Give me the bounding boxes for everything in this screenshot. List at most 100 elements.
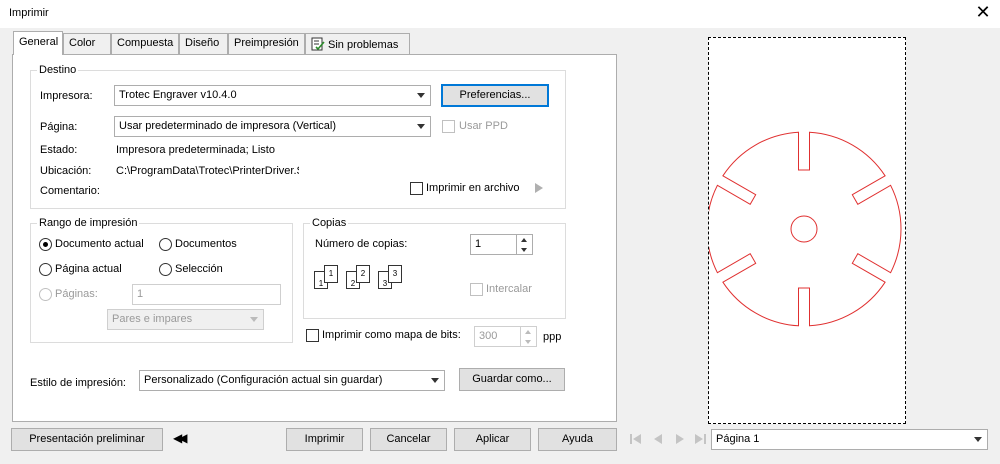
aplicar-button[interactable]: Aplicar <box>454 428 531 451</box>
rango-legend: Rango de impresión <box>39 217 138 229</box>
collate-number: 2 <box>360 269 366 278</box>
checklist-icon <box>311 37 325 51</box>
tab-sin-problemas-label: Sin problemas <box>328 39 399 51</box>
tab-compuesta[interactable]: Compuesta <box>111 33 179 54</box>
presentacion-preliminar-button[interactable]: Presentación preliminar <box>11 428 163 451</box>
chevron-down-icon <box>974 437 982 442</box>
paginas-input[interactable]: 1 <box>132 284 281 305</box>
documento-actual-radio[interactable] <box>39 238 52 251</box>
tab-preimpresion[interactable]: Preimpresión <box>228 33 305 54</box>
cancelar-button[interactable]: Cancelar <box>370 428 447 451</box>
copias-legend: Copias <box>312 217 347 229</box>
numero-copias-input[interactable]: 1 <box>470 234 533 255</box>
documentos-radio[interactable] <box>159 238 172 251</box>
numero-copias-label: Número de copias: <box>315 238 408 250</box>
collate-page: 2 <box>356 265 370 283</box>
collate-number: 3 <box>392 269 398 278</box>
copias-spinner[interactable] <box>516 235 532 254</box>
tab-compuesta-label: Compuesta <box>117 37 174 49</box>
tab-color-label: Color <box>69 37 96 49</box>
guardar-como-button[interactable]: Guardar como... <box>459 368 565 391</box>
imprimir-button[interactable]: Imprimir <box>286 428 363 451</box>
usar-ppd-label: Usar PPD <box>459 120 508 132</box>
mapa-bits-value: 300 <box>479 330 498 342</box>
ubicacion-value: C:\ProgramData\Trotec\PrinterDriver.S <box>116 165 299 177</box>
tab-sin-problemas[interactable]: Sin problemas <box>305 33 410 54</box>
page-select-value: Página 1 <box>716 433 760 445</box>
ppp-unit: ppp <box>543 331 562 343</box>
ubicacion-label: Ubicación: <box>40 165 92 177</box>
close-icon[interactable]: ✕ <box>972 2 994 24</box>
estilo-select[interactable]: Personalizado (Configuración actual sin … <box>139 370 445 391</box>
spin-up-icon[interactable] <box>521 327 536 337</box>
pagina-value: Usar predeterminado de impresora (Vertic… <box>119 120 337 132</box>
documento-actual-label: Documento actual <box>55 238 144 250</box>
next-page-icon[interactable] <box>672 431 688 447</box>
title-bar <box>0 0 1000 28</box>
destino-legend: Destino <box>39 64 77 76</box>
seleccion-label: Selección <box>175 263 223 275</box>
chevron-down-icon <box>417 93 425 98</box>
estilo-label: Estilo de impresión: <box>30 377 126 389</box>
collate-number: 1 <box>328 269 334 278</box>
gear-outline <box>706 131 902 327</box>
tab-general-label: General <box>19 36 59 48</box>
preferencias-button[interactable]: Preferencias... <box>441 84 549 107</box>
comentario-label: Comentario: <box>40 185 100 197</box>
collate-page: 1 <box>324 265 338 283</box>
page-select[interactable]: Página 1 <box>711 429 988 450</box>
preview-shape <box>706 131 902 327</box>
pagina-label: Página: <box>40 121 78 133</box>
pares-impares-select[interactable]: Pares e impares <box>107 309 264 330</box>
estado-value: Impresora predeterminada; Listo <box>116 144 275 156</box>
mapa-bits-checkbox[interactable] <box>306 329 319 342</box>
center-hole <box>790 215 818 243</box>
impresora-label: Impresora: <box>40 90 93 102</box>
tab-preimpresion-label: Preimpresión <box>234 37 299 49</box>
last-page-icon[interactable] <box>692 431 708 447</box>
preview-page <box>706 37 906 424</box>
intercalar-label: Intercalar <box>486 283 532 295</box>
collate-number: 1 <box>318 279 324 288</box>
spin-down-icon[interactable] <box>521 337 536 347</box>
mapa-bits-label: Imprimir como mapa de bits: <box>322 329 461 341</box>
estilo-value: Personalizado (Configuración actual sin … <box>144 374 383 386</box>
pagina-actual-label: Página actual <box>55 263 122 275</box>
intercalar-checkbox[interactable] <box>470 283 483 296</box>
collate-page: 3 <box>388 265 402 283</box>
mapa-bits-input[interactable]: 300 <box>474 326 537 347</box>
tab-diseno[interactable]: Diseño <box>179 33 228 54</box>
previous-page-icon[interactable] <box>650 431 666 447</box>
tab-general[interactable]: General <box>13 31 63 55</box>
numero-copias-value: 1 <box>475 238 482 250</box>
usar-ppd-checkbox[interactable] <box>442 120 455 133</box>
imprimir-archivo-checkbox[interactable] <box>410 182 423 195</box>
estado-label: Estado: <box>40 144 78 156</box>
pagina-select[interactable]: Usar predeterminado de impresora (Vertic… <box>114 116 431 137</box>
seleccion-radio[interactable] <box>159 263 172 276</box>
paginas-radio[interactable] <box>39 288 52 301</box>
spin-down-icon[interactable] <box>517 245 532 255</box>
collate-number: 3 <box>382 279 388 288</box>
paginas-label: Páginas: <box>55 288 98 300</box>
impresora-select[interactable]: Trotec Engraver v10.4.0 <box>114 85 431 106</box>
collapse-preview-icon[interactable]: ◀◀ <box>173 431 188 445</box>
mapa-bits-spinner[interactable] <box>520 327 536 346</box>
collate-icon: 1 1 2 2 3 3 <box>314 265 410 297</box>
impresora-value: Trotec Engraver v10.4.0 <box>119 89 237 101</box>
tab-panel-general: Destino Impresora: Trotec Engraver v10.4… <box>12 54 617 422</box>
chevron-down-icon <box>431 378 439 383</box>
chevron-down-icon <box>250 317 258 322</box>
pagina-actual-radio[interactable] <box>39 263 52 276</box>
documentos-label: Documentos <box>175 238 237 250</box>
first-page-icon[interactable] <box>628 431 644 447</box>
collate-number: 2 <box>350 279 356 288</box>
spin-up-icon[interactable] <box>517 235 532 245</box>
chevron-down-icon <box>417 124 425 129</box>
window-title: Imprimir <box>9 7 49 19</box>
play-arrow-icon[interactable] <box>534 182 544 194</box>
ayuda-button[interactable]: Ayuda <box>538 428 617 451</box>
imprimir-archivo-label: Imprimir en archivo <box>426 182 520 194</box>
tab-color[interactable]: Color <box>63 33 111 54</box>
pares-impares-value: Pares e impares <box>112 313 193 325</box>
